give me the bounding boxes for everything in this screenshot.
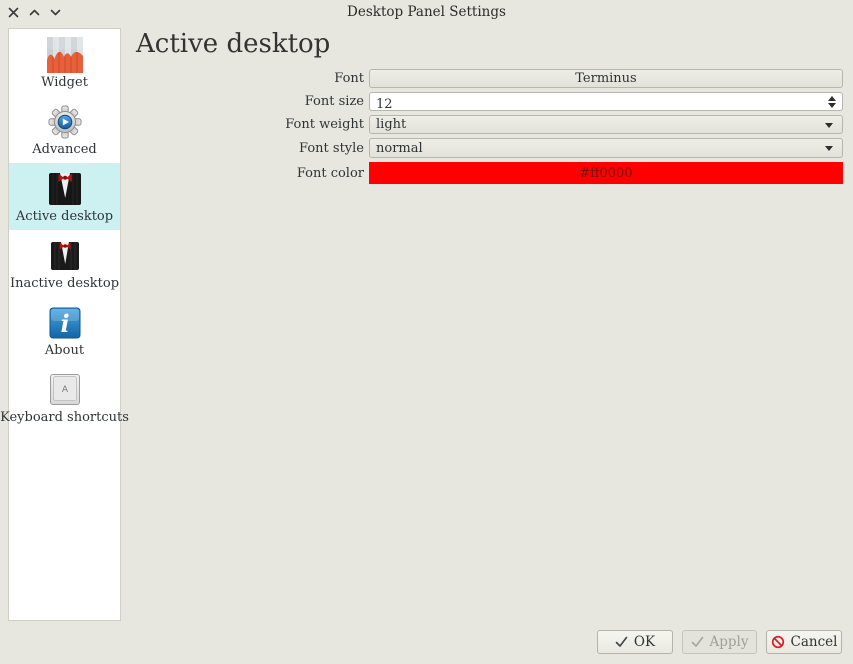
page-title: Active desktop [136,29,330,59]
sidebar-item-about[interactable]: i About [9,297,120,364]
font-row: Font Terminus [137,69,843,88]
sidebar-item-inactive-desktop[interactable]: Inactive desktop [9,230,120,297]
titlebar: Desktop Panel Settings [0,0,853,24]
font-color-row: Font color #ff0000 [137,162,843,184]
cancel-label: Cancel [791,634,838,650]
dropdown-arrow-icon [825,146,833,151]
font-size-input[interactable] [370,96,842,113]
font-weight-dropdown[interactable]: light [369,115,843,134]
apply-button: Apply [682,630,757,654]
font-label: Font [137,71,369,86]
dialog-buttons: OK Apply Cancel [597,630,842,654]
ok-label: OK [634,634,655,650]
sidebar-item-advanced[interactable]: Advanced [9,96,120,163]
sidebar-item-widget[interactable]: Widget [9,29,120,96]
spin-down-icon[interactable] [828,103,836,108]
tuxedo-icon [47,238,83,274]
font-size-row: Font size [137,92,843,111]
font-size-spinner [369,92,843,111]
cancel-button[interactable]: Cancel [766,630,842,654]
gear-icon [47,104,83,140]
sidebar-item-label: Inactive desktop [10,276,119,291]
font-size-label: Font size [137,94,369,109]
dropdown-arrow-icon [825,123,833,128]
widget-chart-icon [47,37,83,73]
sidebar-item-keyboard-shortcuts[interactable]: A Keyboard shortcuts [9,364,120,431]
window-title: Desktop Panel Settings [0,4,853,20]
tuxedo-icon [47,171,83,207]
sidebar-item-label: Active desktop [16,209,113,224]
font-style-value: normal [376,141,423,156]
keyboard-key-icon: A [47,372,83,408]
spinner-arrows[interactable] [828,93,836,110]
font-button[interactable]: Terminus [369,69,843,88]
ok-button[interactable]: OK [597,630,673,654]
font-style-label: Font style [137,141,369,156]
font-weight-row: Font weight light [137,115,843,134]
sidebar-item-active-desktop[interactable]: Active desktop [9,163,120,230]
font-style-row: Font style normal [137,138,843,158]
svg-text:A: A [61,385,68,395]
font-color-label: Font color [137,166,369,181]
sidebar-item-label: Widget [41,75,88,90]
check-icon [691,636,704,648]
sidebar-item-label: Keyboard shortcuts [0,410,129,425]
spin-up-icon[interactable] [828,96,836,101]
info-icon: i [47,305,83,341]
svg-text:i: i [60,309,69,338]
font-style-dropdown[interactable]: normal [369,138,843,158]
blocked-icon [771,635,785,649]
check-icon [615,636,628,648]
sidebar-item-label: Advanced [32,142,96,157]
sidebar-item-label: About [45,343,84,358]
font-weight-value: light [376,117,406,132]
font-weight-label: Font weight [137,117,369,132]
sidebar: Widget [8,28,121,621]
font-color-button[interactable]: #ff0000 [369,162,843,184]
apply-label: Apply [710,634,749,650]
